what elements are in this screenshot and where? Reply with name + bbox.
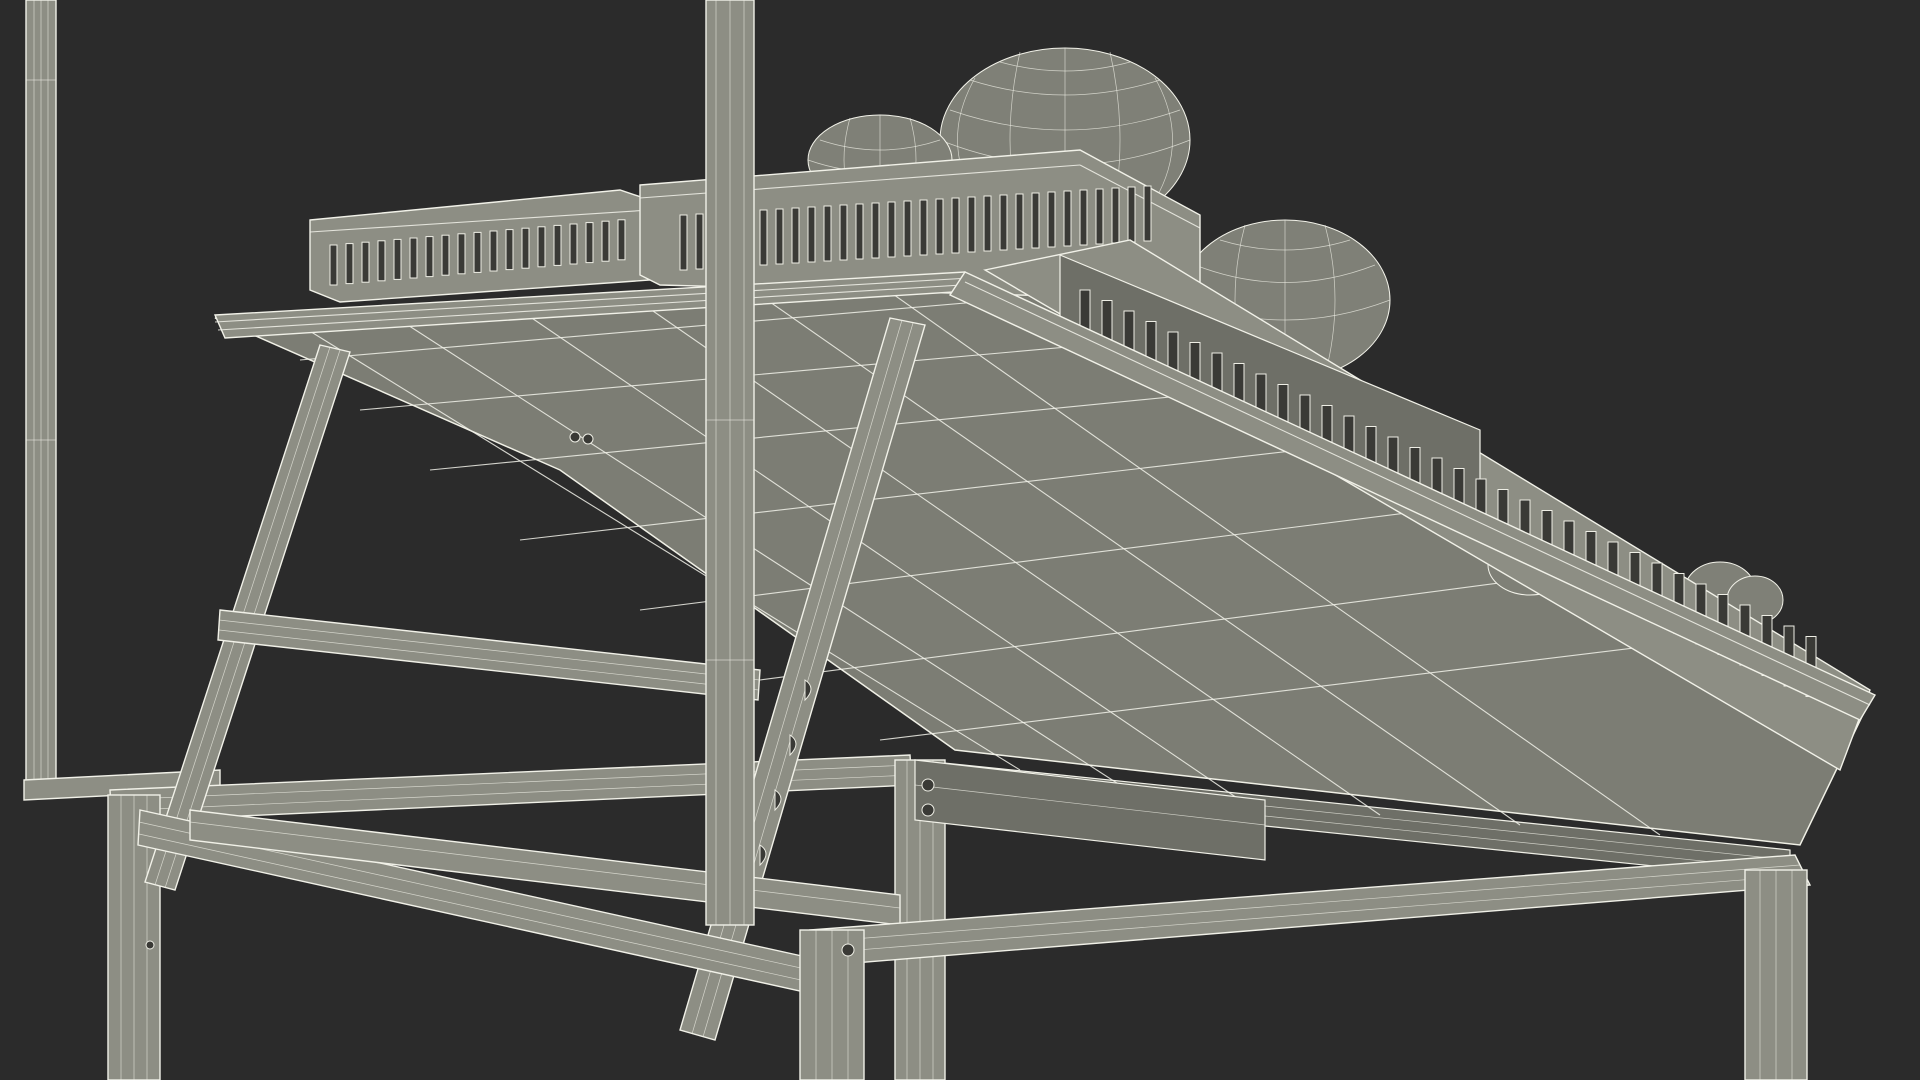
cross-bar-middle [217, 609, 761, 701]
crate-slot [345, 243, 354, 285]
crate-slot [1047, 191, 1056, 248]
crate-slot [1031, 192, 1040, 249]
crate-slot [489, 230, 498, 272]
crate-slot [409, 237, 418, 279]
crate-slot [695, 213, 704, 270]
crate-slot [1127, 186, 1136, 243]
front-right-rail [808, 854, 1812, 966]
center-pole [705, 0, 755, 926]
crate-slot [361, 241, 370, 283]
crate-slot [967, 196, 976, 253]
crate-slot [601, 220, 610, 262]
crate-slot [1015, 193, 1024, 250]
crate-slot [999, 194, 1008, 251]
crate-slot [919, 199, 928, 256]
crate-slot [457, 233, 466, 275]
crate-slot [441, 234, 450, 276]
crate-slot [983, 195, 992, 252]
crate-slot [329, 244, 338, 286]
crate-slot [903, 200, 912, 257]
crate-slot [935, 198, 944, 255]
crate-slot [393, 238, 402, 280]
crate-slot [1063, 190, 1072, 247]
crate-slot [473, 231, 482, 273]
crate-slot [679, 214, 688, 271]
crate-slot [585, 222, 594, 264]
crate-slot [839, 204, 848, 261]
front-leg-center [799, 929, 865, 1080]
crate-slot [425, 236, 434, 278]
crate-slot [377, 240, 386, 282]
crate-slot [1095, 188, 1104, 245]
crate-slot [1143, 185, 1152, 242]
crate-slot [871, 202, 880, 259]
crate-slot [791, 207, 800, 264]
crate-slot [521, 227, 530, 269]
crate-slot [553, 224, 562, 266]
crate-slot [759, 209, 768, 266]
crate-slot [505, 229, 514, 271]
crate-slot [1111, 187, 1120, 244]
front-leg-right [1744, 869, 1808, 1080]
crate-slot [807, 206, 816, 263]
crate-slot [1079, 189, 1088, 246]
crate-slot [855, 203, 864, 260]
crate-slot [569, 223, 578, 265]
crate-slot [617, 219, 626, 261]
crate-slot [887, 201, 896, 258]
crate-slot [951, 197, 960, 254]
crate-slot [775, 208, 784, 265]
crate-slot [823, 205, 832, 262]
crate-slot [537, 226, 546, 268]
render-viewport [0, 0, 1920, 1080]
wireframe-scene [23, 0, 1877, 1080]
left-pole [23, 0, 221, 801]
crate-left [309, 189, 651, 303]
